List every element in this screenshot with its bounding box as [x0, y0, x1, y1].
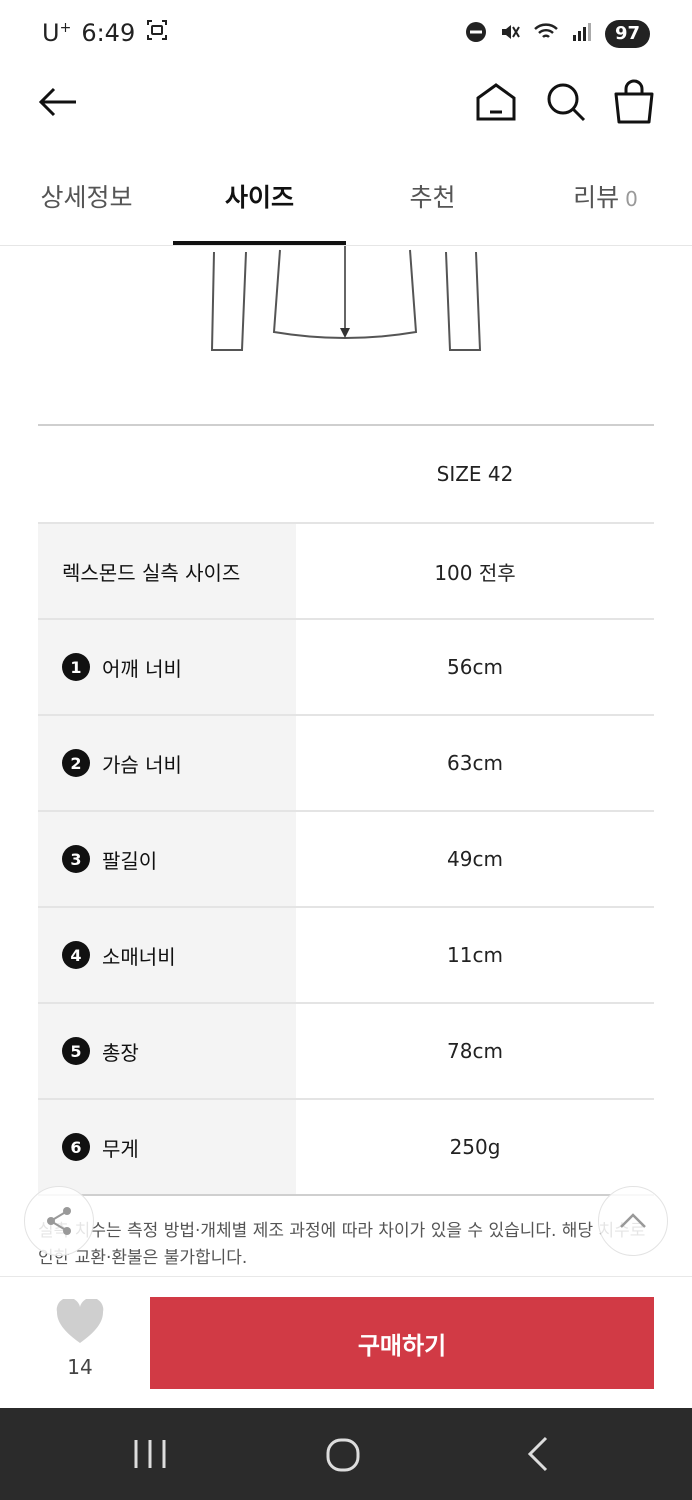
- tab-review-label: 리뷰: [573, 183, 620, 212]
- size-table: SIZE 42 렉스몬드 실측 사이즈 100 전후 1 어깨 너비 56cm 2…: [38, 424, 654, 1196]
- dnd-icon: [465, 21, 487, 47]
- share-button[interactable]: [24, 1186, 94, 1256]
- size-column-header: SIZE 42: [436, 462, 514, 486]
- scroll-top-button[interactable]: [598, 1186, 668, 1256]
- clock: 6:49: [81, 19, 136, 47]
- size-row-label-cell: 4 소매너비: [38, 908, 296, 1002]
- size-row: 렉스몬드 실측 사이즈 100 전후: [38, 524, 654, 620]
- battery-indicator: 97: [604, 20, 650, 48]
- chevron-up-icon: [620, 1213, 646, 1228]
- size-row-label: 가슴 너비: [102, 752, 182, 777]
- size-row-label: 어깨 너비: [102, 656, 182, 681]
- number-badge: 3: [62, 845, 90, 873]
- size-row: 3 팔길이 49cm: [38, 812, 654, 908]
- system-back-button[interactable]: [520, 1434, 556, 1474]
- number-badge: 2: [62, 749, 90, 777]
- size-row-label-cell: 5 총장: [38, 1004, 296, 1098]
- search-button[interactable]: [544, 80, 588, 124]
- size-row-value: 11cm: [447, 943, 503, 967]
- size-row-label: 팔길이: [102, 848, 158, 873]
- number-badge: 6: [62, 1133, 90, 1161]
- size-row-label: 총장: [102, 1040, 139, 1065]
- size-table-header: SIZE 42: [38, 426, 654, 524]
- size-row-label-cell: 6 무게: [38, 1100, 296, 1194]
- system-home-button[interactable]: [320, 1432, 366, 1478]
- system-nav-bar: [0, 1408, 692, 1500]
- purchase-bar: 14 구매하기: [0, 1276, 692, 1408]
- home-button[interactable]: [474, 80, 518, 124]
- size-row-value: 78cm: [447, 1039, 503, 1063]
- size-row: 5 총장 78cm: [38, 1004, 654, 1100]
- arrow-left-icon: [38, 87, 76, 117]
- shopping-bag-icon: [614, 79, 654, 124]
- tab-size[interactable]: 사이즈: [173, 178, 346, 218]
- tab-review[interactable]: 리뷰 0: [519, 178, 692, 218]
- size-row: 4 소매너비 11cm: [38, 908, 654, 1004]
- app-header: [0, 66, 692, 140]
- size-row-value: 56cm: [447, 655, 503, 679]
- carrier-label: U+: [42, 19, 72, 47]
- size-row: 1 어깨 너비 56cm: [38, 620, 654, 716]
- review-count: 0: [625, 187, 638, 211]
- recents-button[interactable]: [128, 1436, 172, 1472]
- buy-button[interactable]: 구매하기: [150, 1297, 654, 1389]
- search-icon: [547, 83, 586, 122]
- cart-button[interactable]: [612, 78, 656, 124]
- size-row: 6 무게 250g: [38, 1100, 654, 1196]
- tab-detail[interactable]: 상세정보: [0, 178, 173, 218]
- recents-icon: [134, 1440, 166, 1468]
- status-bar: U+ 6:49 97: [0, 0, 692, 66]
- home-icon: [476, 83, 516, 121]
- size-row-label: 소매너비: [102, 944, 176, 969]
- share-icon: [47, 1207, 71, 1235]
- active-tab-indicator: [173, 241, 346, 245]
- heart-icon: [56, 1297, 104, 1343]
- size-row: 2 가슴 너비 63cm: [38, 716, 654, 812]
- number-badge: 5: [62, 1037, 90, 1065]
- size-row-label: 렉스몬드 실측 사이즈: [38, 524, 296, 618]
- number-badge: 4: [62, 941, 90, 969]
- mute-icon: [499, 21, 521, 47]
- size-row-label-cell: 1 어깨 너비: [38, 620, 296, 714]
- signal-icon: [571, 21, 593, 47]
- size-row-value: 100 전후: [434, 560, 516, 585]
- chevron-left-icon: [527, 1436, 548, 1472]
- like-count: 14: [67, 1355, 93, 1379]
- size-disclaimer: 실측 치수는 측정 방법·개체별 제조 과정에 따라 차이가 있을 수 있습니다…: [38, 1221, 646, 1268]
- tab-recommend[interactable]: 추천: [346, 178, 519, 218]
- screenshot-icon: [145, 18, 169, 48]
- size-row-value: 250g: [449, 1135, 501, 1159]
- tab-bar: 상세정보 사이즈 추천 리뷰 0: [0, 150, 692, 246]
- size-row-value: 63cm: [447, 751, 503, 775]
- size-row-label: 무게: [102, 1136, 139, 1161]
- number-badge: 1: [62, 653, 90, 681]
- back-button[interactable]: [36, 80, 80, 124]
- wifi-icon: [533, 21, 559, 47]
- garment-size-diagram: [210, 246, 482, 351]
- size-row-label-cell: 2 가슴 너비: [38, 716, 296, 810]
- home-circle-icon: [326, 1438, 360, 1472]
- size-row-value: 49cm: [447, 847, 503, 871]
- size-row-label-cell: 3 팔길이: [38, 812, 296, 906]
